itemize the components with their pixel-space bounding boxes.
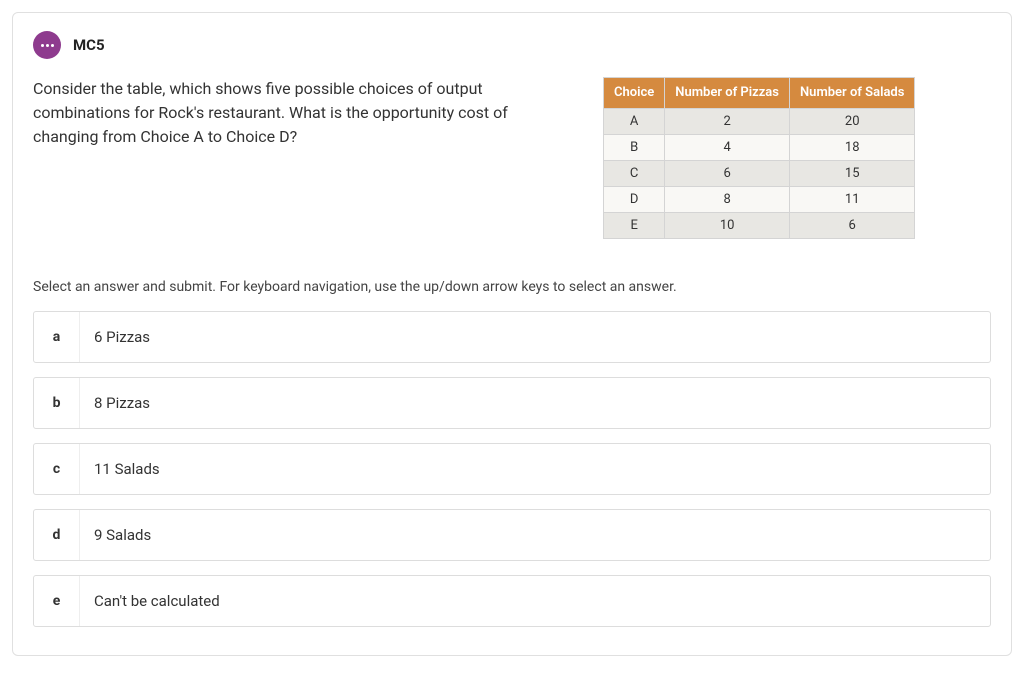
table-header-cell: Number of Salads	[789, 78, 914, 109]
answer-letter: b	[34, 378, 80, 428]
question-card: MC5 Consider the table, which shows five…	[12, 12, 1012, 656]
answer-text: Can't be calculated	[80, 576, 990, 626]
answer-option-b[interactable]: b 8 Pizzas	[33, 377, 991, 429]
ellipsis-icon	[33, 31, 61, 59]
table-cell: 20	[789, 109, 914, 135]
table-row: A 2 20	[604, 109, 915, 135]
answer-text: 11 Salads	[80, 444, 990, 494]
table-cell: 18	[789, 135, 914, 161]
instruction-text: Select an answer and submit. For keyboar…	[33, 279, 991, 295]
question-id: MC5	[73, 36, 105, 54]
table-header-cell: Number of Pizzas	[665, 78, 790, 109]
table-cell: 15	[789, 161, 914, 187]
answer-option-e[interactable]: e Can't be calculated	[33, 575, 991, 627]
table-header-row: Choice Number of Pizzas Number of Salads	[604, 78, 915, 109]
table-row: B 4 18	[604, 135, 915, 161]
answer-option-c[interactable]: c 11 Salads	[33, 443, 991, 495]
table-row: C 6 15	[604, 161, 915, 187]
answer-text: 6 Pizzas	[80, 312, 990, 362]
table-cell: 10	[665, 213, 790, 239]
table-cell: 6	[789, 213, 914, 239]
table-cell: 2	[665, 109, 790, 135]
table-cell: 8	[665, 187, 790, 213]
table-cell: C	[604, 161, 665, 187]
table-cell: E	[604, 213, 665, 239]
answer-option-a[interactable]: a 6 Pizzas	[33, 311, 991, 363]
table-header-cell: Choice	[604, 78, 665, 109]
question-header: MC5	[33, 31, 991, 59]
data-table: Choice Number of Pizzas Number of Salads…	[603, 77, 915, 239]
table-row: E 10 6	[604, 213, 915, 239]
answer-letter: e	[34, 576, 80, 626]
table-row: D 8 11	[604, 187, 915, 213]
table-cell: B	[604, 135, 665, 161]
answer-option-d[interactable]: d 9 Salads	[33, 509, 991, 561]
table-cell: 4	[665, 135, 790, 161]
answer-text: 8 Pizzas	[80, 378, 990, 428]
answer-letter: c	[34, 444, 80, 494]
table-cell: 6	[665, 161, 790, 187]
answer-letter: d	[34, 510, 80, 560]
answer-text: 9 Salads	[80, 510, 990, 560]
table-cell: 11	[789, 187, 914, 213]
question-content: Consider the table, which shows five pos…	[33, 77, 991, 239]
answer-letter: a	[34, 312, 80, 362]
table-cell: A	[604, 109, 665, 135]
table-cell: D	[604, 187, 665, 213]
question-text: Consider the table, which shows five pos…	[33, 77, 573, 149]
